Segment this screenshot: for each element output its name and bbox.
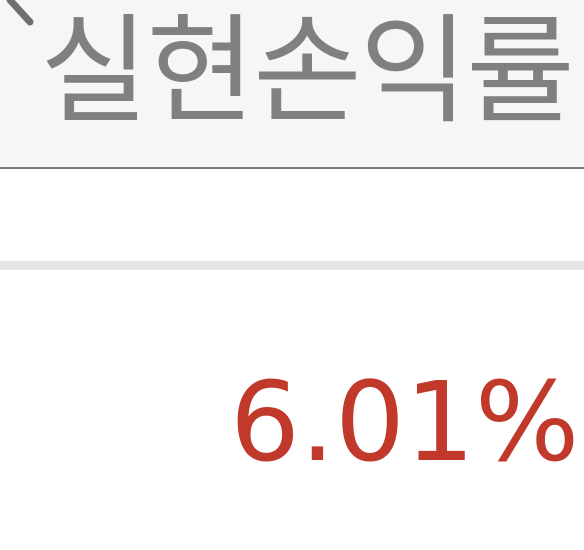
realized-rate-row: 6.01%: [0, 270, 584, 550]
section-divider: [0, 261, 584, 270]
realized-rate-value: 6.01%: [230, 358, 580, 486]
spacer-row: [0, 169, 584, 261]
page-title: 실현손익률: [40, 2, 575, 140]
screen-header: 실현손익률: [0, 0, 584, 169]
